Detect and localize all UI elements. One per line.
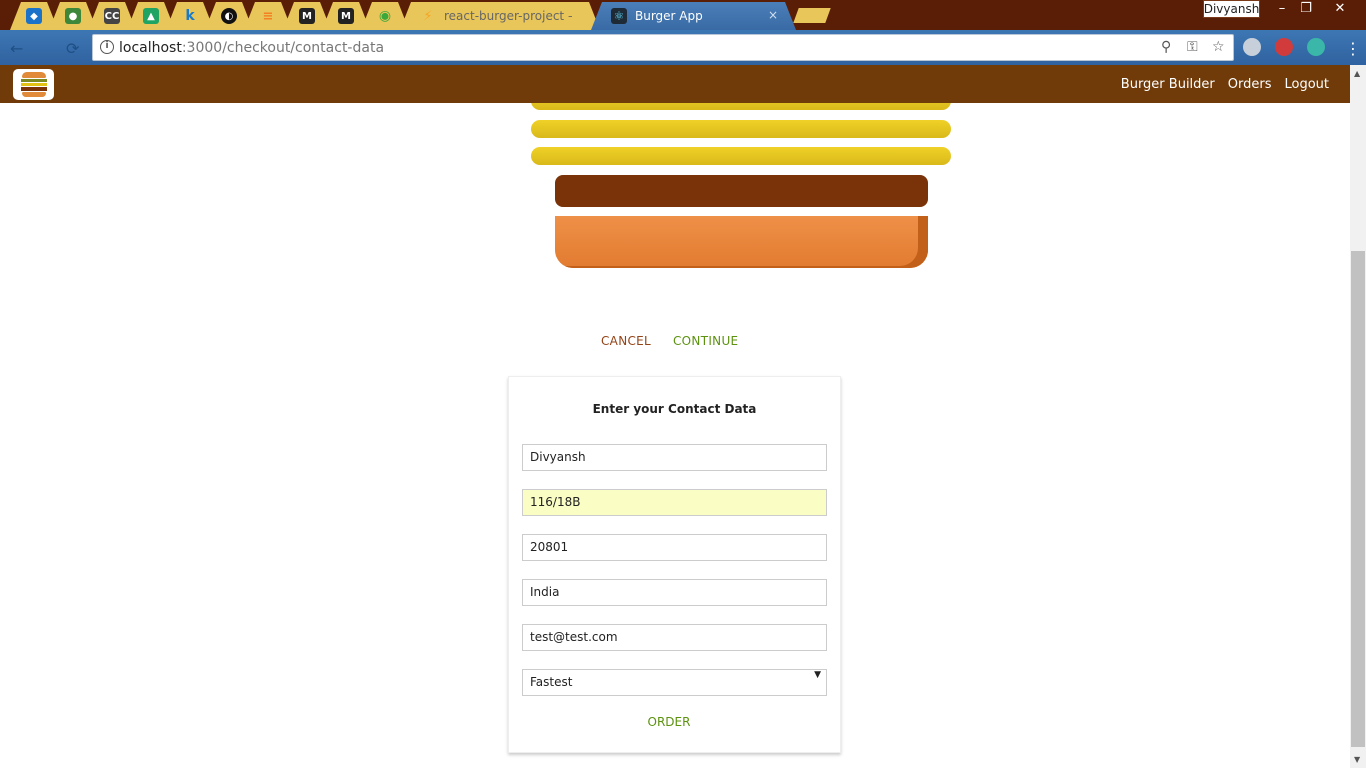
circle-favicon-icon: ◉ [378,8,392,24]
restore-icon[interactable]: ❐ [1294,0,1318,18]
tab-title: Burger App [635,9,703,23]
delivery-method-select[interactable]: Fastest ▼ [522,669,827,696]
extension-icon[interactable] [1243,38,1261,56]
main-nav: Burger Builder Orders Logout [1121,65,1329,103]
extension-icon[interactable] [1275,38,1293,56]
street-input[interactable]: 116/18B [522,489,827,516]
nav-orders[interactable]: Orders [1228,77,1272,92]
menu-icon[interactable]: ⋮ [1345,39,1361,58]
new-tab-button[interactable] [793,8,831,23]
react-favicon-icon: ⚛ [611,8,627,24]
checkout-page: CANCEL CONTINUE Enter your Contact Data … [0,103,1350,768]
medium-favicon-icon: M [338,8,354,24]
key-icon[interactable]: ⚿ [1187,39,1198,55]
contact-data-form: Enter your Contact Data Divyansh 116/18B… [508,376,841,753]
name-input[interactable]: Divyansh [522,444,827,471]
url-host: localhost [119,40,182,56]
burger-cheese [531,147,951,165]
tab-title: react-burger-project – D [444,9,565,23]
browser-tab-strip: ◆ ● CC ▲ k ◐ ≡ M M ◉ ⚡ react-burger-proj… [0,0,1366,30]
logo-cheese [20,83,47,86]
page-scrollbar[interactable]: ▲ ▼ [1350,65,1366,768]
order-button[interactable]: ORDER [509,715,829,729]
email-input[interactable]: test@test.com [522,624,827,651]
nav-burger-builder[interactable]: Burger Builder [1121,77,1215,92]
form-title: Enter your Contact Data [592,402,757,416]
app-toolbar: Burger Builder Orders Logout [0,65,1350,103]
firebase-favicon-icon: ⚡ [423,8,433,24]
logo-meat [20,87,47,91]
cc-favicon-icon: CC [104,8,120,24]
minimize-icon[interactable]: – [1270,0,1294,18]
dropdown-arrow-icon: ▼ [814,670,821,680]
url-text: localhost:3000/checkout/contact-data [119,40,384,56]
scroll-down-icon[interactable]: ▼ [1354,755,1360,764]
tab-close-icon[interactable]: × [768,8,778,22]
burger-cheese [531,120,951,138]
delivery-method-value: Fastest [530,675,573,689]
continue-button[interactable]: CONTINUE [673,334,738,348]
browser-tab-firebase[interactable]: ⚡ react-burger-project – D [400,2,600,30]
github-favicon-icon: ◐ [221,8,237,24]
burger-bread-bottom [555,216,928,268]
info-icon[interactable]: i [100,40,114,54]
k-favicon-icon: k [185,8,195,24]
node-favicon-icon: ● [65,8,81,24]
burger-logo[interactable] [13,69,54,100]
back-arrow-icon[interactable]: ← [10,39,23,58]
reload-icon[interactable]: ⟳ [66,39,79,58]
stackoverflow-favicon-icon: ≡ [262,8,274,24]
logo-bun-bottom [21,92,46,97]
cancel-button[interactable]: CANCEL [601,334,651,348]
medium-favicon-icon: M [299,8,315,24]
close-window-icon[interactable]: ✕ [1328,0,1352,18]
url-path: :3000/checkout/contact-data [181,40,385,56]
profile-button[interactable]: Divyansh [1203,0,1260,18]
logo-salad [20,79,47,82]
scroll-up-icon[interactable]: ▲ [1354,69,1360,78]
bird-favicon-icon: ◆ [26,8,42,24]
country-input[interactable]: India [522,579,827,606]
logo-bun-top [21,72,46,78]
burger-meat [555,175,928,207]
bookmark-star-icon[interactable]: ☆ [1212,39,1225,55]
nav-logout[interactable]: Logout [1284,77,1329,92]
browser-toolbar: ← ⟳ i localhost:3000/checkout/contact-da… [0,30,1366,65]
browser-tab-active[interactable]: ⚛ Burger App × [591,2,796,30]
zip-code-input[interactable]: 20801 [522,534,827,561]
scrollbar-thumb[interactable] [1351,251,1365,747]
zoom-icon[interactable]: ⚲ [1161,39,1171,55]
extension-icon[interactable] [1307,38,1325,56]
drive-favicon-icon: ▲ [143,8,159,24]
burger-cheese [531,103,951,110]
address-bar[interactable]: i localhost:3000/checkout/contact-data ⚲… [92,34,1234,61]
